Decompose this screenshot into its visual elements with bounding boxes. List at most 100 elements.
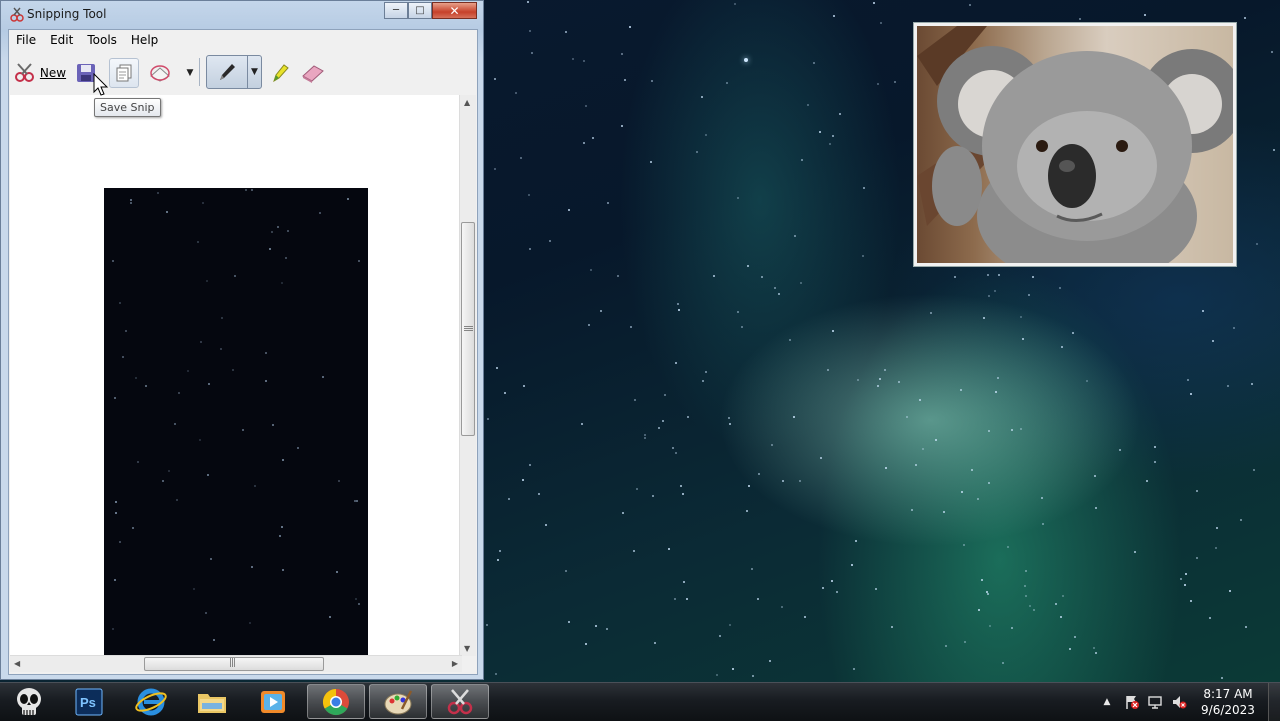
scroll-down-icon[interactable]: ▼ bbox=[464, 644, 470, 653]
grip-icon: ||| bbox=[463, 324, 474, 332]
star bbox=[769, 659, 772, 662]
network-tray[interactable] bbox=[1147, 694, 1163, 710]
minimize-button[interactable]: ─ bbox=[384, 2, 408, 19]
menu-edit[interactable]: Edit bbox=[43, 30, 80, 50]
star bbox=[528, 463, 531, 466]
star bbox=[652, 494, 655, 497]
snip-star bbox=[268, 247, 271, 250]
new-snip-button[interactable]: New bbox=[11, 60, 69, 86]
star bbox=[1040, 497, 1043, 500]
star bbox=[1033, 608, 1036, 611]
star bbox=[993, 289, 996, 292]
star bbox=[891, 625, 894, 628]
send-snip-button[interactable] bbox=[147, 60, 173, 86]
eraser-icon bbox=[302, 65, 324, 83]
star bbox=[696, 151, 699, 154]
menu-tools[interactable]: Tools bbox=[80, 30, 124, 50]
horizontal-scrollbar[interactable]: ◀ ||| ▶ bbox=[10, 655, 462, 672]
star bbox=[493, 77, 496, 80]
star bbox=[821, 587, 824, 590]
snip-star bbox=[248, 622, 251, 625]
menu-file[interactable]: File bbox=[9, 30, 43, 50]
media-player-icon bbox=[261, 690, 285, 713]
show-desktop-button[interactable] bbox=[1268, 683, 1280, 721]
scroll-left-icon[interactable]: ◀ bbox=[14, 659, 20, 668]
star bbox=[1025, 594, 1028, 597]
title-bar[interactable]: Snipping Tool ─ □ ✕ bbox=[1, 1, 483, 28]
star bbox=[1186, 378, 1189, 381]
scroll-right-icon[interactable]: ▶ bbox=[452, 659, 458, 668]
star bbox=[1021, 337, 1024, 340]
action-center-tray[interactable] bbox=[1124, 694, 1140, 710]
star bbox=[616, 275, 619, 277]
bright-star bbox=[744, 58, 748, 62]
maximize-button[interactable]: □ bbox=[408, 2, 432, 19]
snipping-tool-window[interactable]: Snipping Tool ─ □ ✕ File Edit Tools Help bbox=[0, 0, 484, 680]
taskbar-internet-explorer[interactable] bbox=[122, 684, 180, 719]
snip-star bbox=[354, 598, 357, 601]
pen-button[interactable] bbox=[211, 59, 243, 85]
star bbox=[792, 415, 795, 418]
show-hidden-icons-button[interactable]: ▲ bbox=[1099, 694, 1115, 710]
taskbar-chrome[interactable] bbox=[307, 684, 365, 719]
star bbox=[1273, 149, 1275, 152]
star bbox=[1054, 603, 1057, 606]
star bbox=[715, 674, 718, 677]
highlighter-button[interactable] bbox=[267, 60, 293, 86]
eraser-button[interactable] bbox=[299, 60, 327, 86]
send-snip-dropdown[interactable]: ▼ bbox=[183, 64, 197, 82]
star bbox=[1251, 383, 1254, 386]
star bbox=[521, 478, 524, 481]
star bbox=[529, 247, 532, 250]
star bbox=[807, 104, 810, 107]
snip-star bbox=[280, 526, 283, 529]
snip-star bbox=[338, 479, 341, 482]
star bbox=[674, 598, 677, 601]
star bbox=[686, 597, 689, 600]
star bbox=[832, 330, 835, 333]
star bbox=[1195, 490, 1198, 493]
horizontal-scroll-thumb[interactable]: ||| bbox=[144, 657, 324, 671]
taskbar-snipping-tool[interactable] bbox=[431, 684, 489, 719]
close-button[interactable]: ✕ bbox=[432, 2, 477, 19]
vertical-scrollbar[interactable]: ▲ ||| ▼ bbox=[459, 95, 476, 656]
scroll-up-icon[interactable]: ▲ bbox=[464, 98, 470, 107]
snip-star bbox=[193, 588, 196, 591]
star bbox=[674, 362, 677, 365]
volume-tray[interactable] bbox=[1171, 694, 1187, 710]
snip-star bbox=[114, 396, 117, 399]
taskbar-photoshop[interactable]: Ps bbox=[60, 684, 118, 719]
star bbox=[1001, 661, 1004, 664]
star bbox=[564, 569, 567, 572]
taskbar-file-explorer[interactable] bbox=[183, 684, 241, 719]
taskbar-paint[interactable] bbox=[369, 684, 427, 719]
star bbox=[644, 433, 647, 436]
koala-photo-gadget[interactable] bbox=[913, 22, 1237, 267]
taskbar-media-player[interactable] bbox=[244, 684, 302, 719]
snip-star bbox=[272, 423, 275, 426]
star bbox=[1028, 294, 1031, 297]
pen-dropdown[interactable]: ▼ bbox=[248, 64, 261, 80]
star bbox=[987, 273, 990, 276]
snip-canvas[interactable] bbox=[10, 95, 465, 656]
copy-button[interactable] bbox=[109, 58, 139, 88]
start-button[interactable] bbox=[0, 684, 58, 719]
menu-help[interactable]: Help bbox=[124, 30, 165, 50]
star bbox=[969, 3, 972, 6]
star bbox=[702, 380, 705, 383]
star bbox=[987, 295, 990, 298]
snip-star bbox=[113, 579, 116, 582]
star bbox=[672, 447, 675, 450]
star bbox=[1011, 429, 1014, 432]
snip-star bbox=[136, 460, 139, 463]
star bbox=[879, 22, 882, 25]
vertical-scroll-thumb[interactable]: ||| bbox=[461, 222, 475, 436]
system-clock[interactable]: 8:17 AM 9/6/2023 bbox=[1196, 686, 1260, 718]
star bbox=[621, 125, 624, 127]
star bbox=[793, 235, 796, 238]
star bbox=[983, 317, 986, 320]
star bbox=[962, 544, 965, 547]
star bbox=[630, 326, 633, 329]
star bbox=[675, 451, 678, 454]
star bbox=[1189, 393, 1192, 396]
